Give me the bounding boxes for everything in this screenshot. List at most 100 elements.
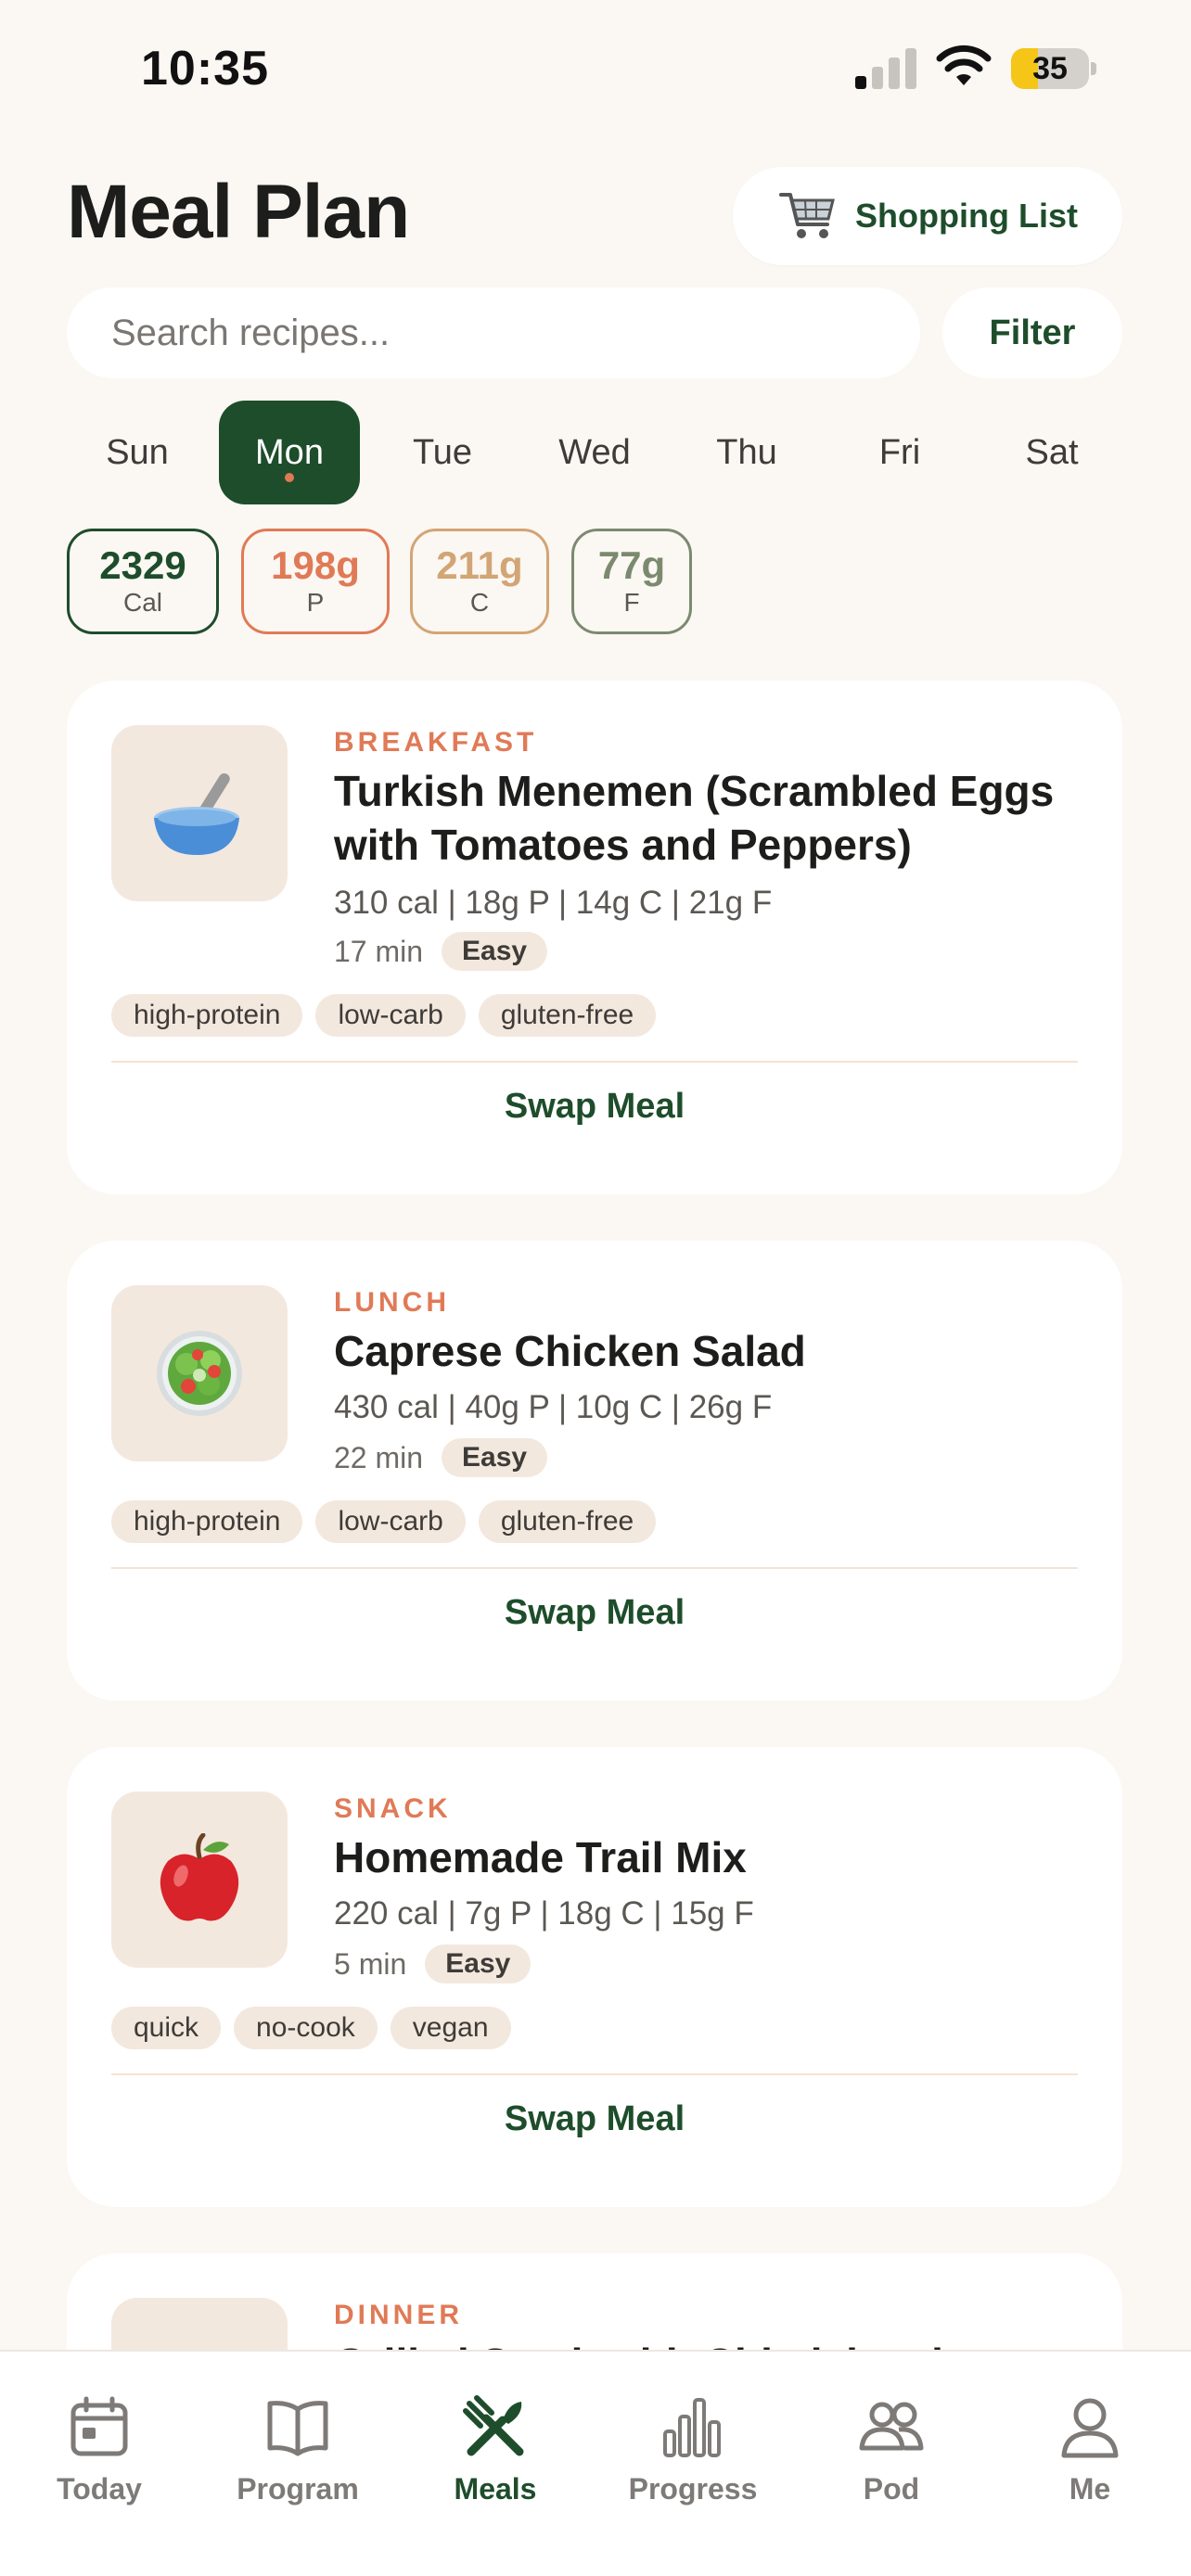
meal-title: Homemade Trail Mix <box>334 1833 747 1881</box>
tab-progress[interactable]: Progress <box>609 2394 776 2515</box>
tag: low-carb <box>315 1500 466 1543</box>
tab-label: Progress <box>628 2472 758 2506</box>
tag: high-protein <box>111 994 303 1037</box>
tag: high-protein <box>111 1500 303 1543</box>
person-icon <box>1061 2398 1119 2458</box>
day-sun[interactable]: Sun <box>67 401 208 504</box>
macro-value: 211g <box>436 543 523 587</box>
macro-carbs: 211g C <box>410 529 549 634</box>
day-selector: Sun Mon Tue Wed Thu Fri Sat <box>67 401 1124 504</box>
meal-meta: 5 min Easy <box>334 1944 531 1984</box>
tag: gluten-free <box>478 994 657 1037</box>
shopping-list-label: Shopping List <box>855 197 1078 235</box>
macro-unit: P <box>306 588 325 617</box>
people-icon <box>859 2402 924 2451</box>
day-label: Sun <box>106 432 169 472</box>
tab-label: Pod <box>863 2472 920 2506</box>
bottom-tab-bar: Today Program Meals Progress Pod Me <box>0 2350 1191 2576</box>
macro-calories: 2329 Cal <box>67 529 219 634</box>
day-label: Sat <box>1025 432 1079 472</box>
day-mon[interactable]: Mon <box>219 401 360 504</box>
meal-type-label: BREAKFAST <box>334 727 538 758</box>
day-tue[interactable]: Tue <box>372 401 513 504</box>
tag: low-carb <box>315 994 466 1037</box>
swap-meal-button[interactable]: Swap Meal <box>67 1593 1122 1633</box>
battery-icon: 35 <box>1011 48 1096 89</box>
meal-card-lunch[interactable]: LUNCH Caprese Chicken Salad 430 cal | 40… <box>67 1241 1122 1701</box>
meal-meta: 22 min Easy <box>334 1437 548 1478</box>
macro-fat: 77g F <box>571 529 692 634</box>
tag-list: high-protein low-carb gluten-free <box>111 994 669 1037</box>
day-sat[interactable]: Sat <box>981 401 1122 504</box>
meal-card-snack[interactable]: SNACK Homemade Trail Mix 220 cal | 7g P … <box>67 1747 1122 2207</box>
swap-meal-button[interactable]: Swap Meal <box>67 2099 1122 2139</box>
tab-pod[interactable]: Pod <box>808 2394 975 2515</box>
macro-value: 198g <box>271 543 360 587</box>
tab-meals[interactable]: Meals <box>412 2394 579 2515</box>
tab-label: Me <box>1069 2472 1111 2506</box>
today-indicator-dot <box>285 473 294 482</box>
day-wed[interactable]: Wed <box>524 401 665 504</box>
meal-type-label: DINNER <box>334 2300 464 2330</box>
meal-title: Turkish Menemen (Scrambled Eggs with Tom… <box>334 767 1055 869</box>
apple-icon <box>160 1833 239 1921</box>
day-label: Thu <box>716 432 777 472</box>
tag: quick <box>111 2007 222 2049</box>
meal-card-breakfast[interactable]: BREAKFAST Turkish Menemen (Scrambled Egg… <box>67 681 1122 1194</box>
tag: vegan <box>390 2007 511 2049</box>
bowl-icon <box>154 772 239 855</box>
macro-unit: Cal <box>122 588 162 617</box>
meal-thumbnail <box>111 725 288 901</box>
macro-unit: F <box>623 588 640 617</box>
meal-type-label: SNACK <box>334 1793 452 1824</box>
filter-button[interactable]: Filter <box>942 287 1122 378</box>
day-label: Fri <box>878 432 921 472</box>
divider <box>111 1567 1078 1569</box>
meal-title: Caprese Chicken Salad <box>334 1327 806 1375</box>
difficulty-badge: Easy <box>442 932 548 971</box>
tag: no-cook <box>234 2007 378 2049</box>
macro-protein: 198g P <box>241 529 390 634</box>
tab-label: Today <box>57 2472 142 2506</box>
difficulty-badge: Easy <box>442 1438 548 1477</box>
swap-meal-button[interactable]: Swap Meal <box>67 1087 1122 1127</box>
tag: gluten-free <box>478 1500 657 1543</box>
meal-thumbnail <box>111 1285 288 1461</box>
shopping-list-button[interactable]: Shopping List <box>733 167 1122 265</box>
prep-time: 22 min <box>334 1440 424 1474</box>
prep-time: 5 min <box>334 1946 407 1981</box>
meal-type-label: LUNCH <box>334 1287 450 1318</box>
utensils-icon <box>463 2395 524 2456</box>
macro-unit: C <box>469 588 490 617</box>
prep-time: 17 min <box>334 934 424 968</box>
salad-icon <box>157 1331 242 1416</box>
wifi-icon <box>936 45 992 85</box>
tab-me[interactable]: Me <box>1006 2394 1173 2515</box>
macro-value: 77g <box>597 543 666 587</box>
tab-label: Program <box>237 2472 359 2506</box>
tag-list: quick no-cook vegan <box>111 2007 524 2049</box>
calendar-icon <box>70 2396 128 2456</box>
tag-list: high-protein low-carb gluten-free <box>111 1500 669 1543</box>
day-label: Wed <box>558 432 631 472</box>
day-fri[interactable]: Fri <box>829 401 970 504</box>
meal-nutrition: 310 cal | 18g P | 14g C | 21g F <box>334 885 773 921</box>
tab-program[interactable]: Program <box>214 2394 381 2515</box>
meal-thumbnail <box>111 1792 288 1968</box>
book-icon <box>267 2401 328 2456</box>
search-input[interactable] <box>67 287 920 378</box>
battery-level: 35 <box>1032 51 1068 86</box>
page-title: Meal Plan <box>67 170 410 254</box>
cellular-signal-icon <box>855 46 916 89</box>
shopping-cart-icon <box>779 193 835 238</box>
bar-chart-icon <box>663 2398 721 2457</box>
status-bar: 10:35 35 <box>0 0 1191 139</box>
tab-today[interactable]: Today <box>16 2394 183 2515</box>
day-thu[interactable]: Thu <box>676 401 817 504</box>
difficulty-badge: Easy <box>425 1945 531 1983</box>
day-label: Mon <box>255 432 324 472</box>
macro-value: 2329 <box>99 543 186 587</box>
status-time: 10:35 <box>141 42 269 96</box>
meal-nutrition: 430 cal | 40g P | 10g C | 26g F <box>334 1389 773 1425</box>
tab-label: Meals <box>454 2472 537 2506</box>
